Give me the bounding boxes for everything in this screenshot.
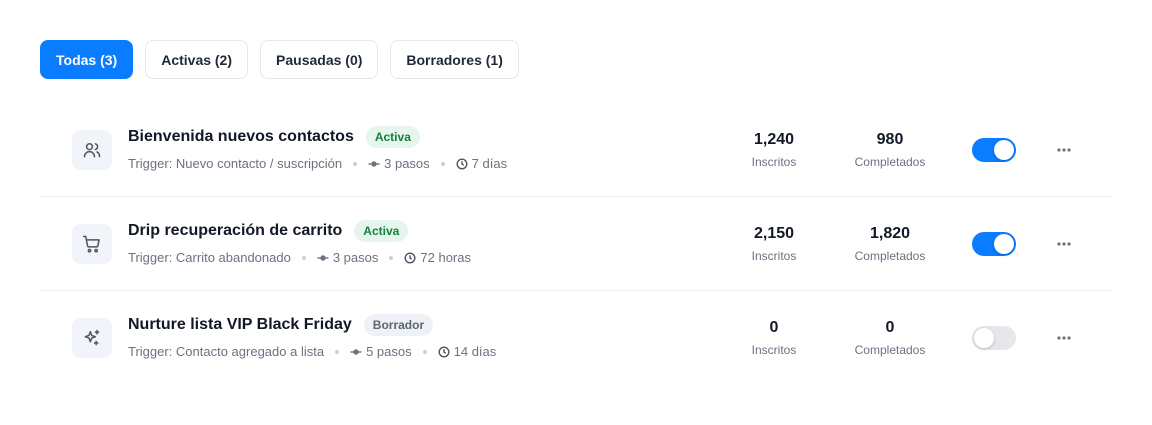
completed-count: 980 (876, 131, 904, 148)
more-options-button[interactable] (1052, 140, 1076, 160)
sequence-meta: Trigger: Carrito abandonado 3 pasos 72 h… (128, 250, 471, 265)
sequence-row[interactable]: Drip recuperación de carrito Activa Trig… (40, 197, 1112, 291)
sequence-title[interactable]: Bienvenida nuevos contactos (128, 128, 354, 146)
cart-icon (72, 224, 112, 264)
enrolled-stat: 1,240 Inscritos (734, 130, 814, 169)
more-options-button[interactable] (1052, 328, 1076, 348)
duration-text: 72 horas (420, 250, 471, 265)
separator-dot (335, 349, 340, 354)
steps-icon (368, 160, 380, 167)
completed-stat: 0 Completados (845, 318, 935, 357)
steps-count: 5 pasos (366, 344, 412, 359)
status-badge: Borrador (363, 314, 434, 336)
steps-icon (350, 348, 362, 355)
steps-icon (317, 254, 329, 261)
completed-count: 1,820 (869, 225, 911, 242)
enrolled-stat: 0 Inscritos (734, 318, 814, 357)
completed-label: Completados (854, 249, 926, 263)
steps-info: 5 pasos (350, 344, 412, 359)
completed-count: 0 (885, 319, 895, 336)
separator-dot (422, 349, 427, 354)
duration-text: 7 días (471, 156, 508, 171)
clock-icon (404, 251, 416, 264)
steps-info: 3 pasos (317, 250, 379, 265)
enrolled-count: 1,240 (753, 131, 795, 148)
sequence-meta: Trigger: Contacto agregado a lista 5 pas… (128, 344, 496, 359)
enable-toggle[interactable] (972, 138, 1016, 162)
sequence-row[interactable]: Nurture lista VIP Black Friday Borrador … (40, 291, 1112, 385)
tab-borradores[interactable]: Borradores (1) (390, 40, 519, 79)
completed-label: Completados (854, 155, 926, 169)
sequence-title-line: Drip recuperación de carrito Activa (128, 220, 409, 242)
sequence-title-line: Nurture lista VIP Black Friday Borrador (128, 314, 434, 336)
toggle-knob (994, 234, 1014, 254)
more-horizontal-icon (1057, 148, 1071, 152)
steps-count: 3 pasos (332, 250, 379, 265)
duration-info: 14 días (438, 344, 497, 359)
status-badge: Activa (354, 220, 409, 242)
duration-info: 7 días (456, 156, 507, 171)
separator-dot (353, 161, 358, 166)
clock-icon (438, 345, 450, 358)
sequence-title[interactable]: Nurture lista VIP Black Friday (128, 316, 352, 334)
enrolled-label: Inscritos (751, 249, 797, 263)
enrolled-count: 0 (769, 319, 779, 336)
toggle-knob (974, 328, 994, 348)
enable-toggle[interactable] (972, 232, 1016, 256)
separator-dot (389, 255, 394, 260)
status-badge: Activa (365, 126, 420, 148)
steps-count: 3 pasos (384, 156, 430, 171)
more-options-button[interactable] (1052, 234, 1076, 254)
sequence-title-line: Bienvenida nuevos contactos Activa (128, 126, 420, 148)
enrolled-stat: 2,150 Inscritos (734, 224, 814, 263)
sparkles-icon (72, 318, 112, 358)
duration-text: 14 días (453, 344, 497, 359)
tab-todas[interactable]: Todas (3) (40, 40, 134, 79)
sequence-title[interactable]: Drip recuperación de carrito (128, 222, 342, 240)
enrolled-label: Inscritos (751, 343, 797, 357)
enrolled-label: Inscritos (751, 155, 797, 169)
more-horizontal-icon (1057, 336, 1071, 340)
enrolled-count: 2,150 (753, 225, 795, 242)
completed-stat: 980 Completados (845, 130, 935, 169)
trigger-text: Trigger: Contacto agregado a lista (128, 344, 325, 359)
sequence-list: Bienvenida nuevos contactos Activa Trigg… (40, 103, 1112, 385)
users-icon (72, 130, 112, 170)
sequence-meta: Trigger: Nuevo contacto / suscripción 3 … (128, 156, 507, 171)
more-horizontal-icon (1057, 242, 1071, 246)
completed-stat: 1,820 Completados (845, 224, 935, 263)
duration-info: 72 horas (404, 250, 471, 265)
sequence-row[interactable]: Bienvenida nuevos contactos Activa Trigg… (40, 103, 1112, 197)
trigger-text: Trigger: Carrito abandonado (128, 250, 291, 265)
steps-info: 3 pasos (368, 156, 430, 171)
separator-dot (301, 255, 306, 260)
toggle-knob (994, 140, 1014, 160)
enable-toggle[interactable] (972, 326, 1016, 350)
filter-tabs: Todas (3) Activas (2) Pausadas (0) Borra… (40, 40, 519, 79)
tab-pausadas[interactable]: Pausadas (0) (260, 40, 379, 79)
clock-icon (456, 157, 468, 170)
tab-activas[interactable]: Activas (2) (145, 40, 249, 79)
separator-dot (440, 161, 445, 166)
trigger-text: Trigger: Nuevo contacto / suscripción (128, 156, 343, 171)
completed-label: Completados (854, 343, 926, 357)
